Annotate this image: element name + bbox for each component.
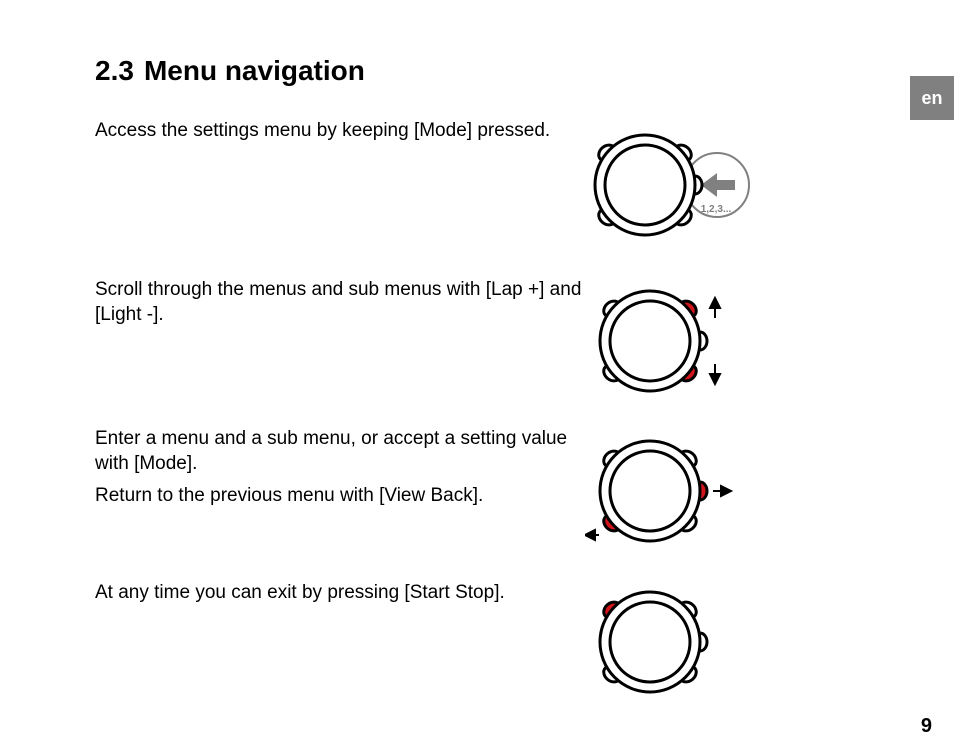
hold-label: 1,2,3... <box>701 204 732 215</box>
paragraph: At any time you can exit by pressing [St… <box>95 581 585 606</box>
instruction-text: Access the settings menu by keeping [Mod… <box>95 115 585 152</box>
instruction-row: Access the settings menu by keeping [Mod… <box>95 115 865 260</box>
instruction-text: Scroll through the menus and sub menus w… <box>95 274 585 335</box>
instruction-row: Enter a menu and a sub menu, or accept a… <box>95 423 865 563</box>
section-heading: 2.3 Menu navigation <box>95 55 865 87</box>
instruction-row: Scroll through the menus and sub menus w… <box>95 274 865 409</box>
watch-diagram-hold-mode: 1,2,3... <box>585 115 765 260</box>
watch-diagram-enter-back <box>585 423 765 563</box>
paragraph: Access the settings menu by keeping [Mod… <box>95 119 585 144</box>
page-content: 2.3 Menu navigation Access the settings m… <box>95 55 865 721</box>
instruction-row: At any time you can exit by pressing [St… <box>95 577 865 707</box>
language-tab: en <box>910 76 954 120</box>
section-number: 2.3 <box>95 55 134 86</box>
page-number: 9 <box>921 715 932 738</box>
instruction-text: At any time you can exit by pressing [St… <box>95 577 585 614</box>
section-title: Menu navigation <box>144 55 365 86</box>
watch-diagram-exit <box>585 577 765 707</box>
paragraph: Return to the previous menu with [View B… <box>95 484 585 509</box>
watch-diagram-scroll <box>585 274 765 409</box>
paragraph: Scroll through the menus and sub menus w… <box>95 278 585 327</box>
paragraph: Enter a menu and a sub menu, or accept a… <box>95 427 585 476</box>
instruction-text: Enter a menu and a sub menu, or accept a… <box>95 423 585 517</box>
